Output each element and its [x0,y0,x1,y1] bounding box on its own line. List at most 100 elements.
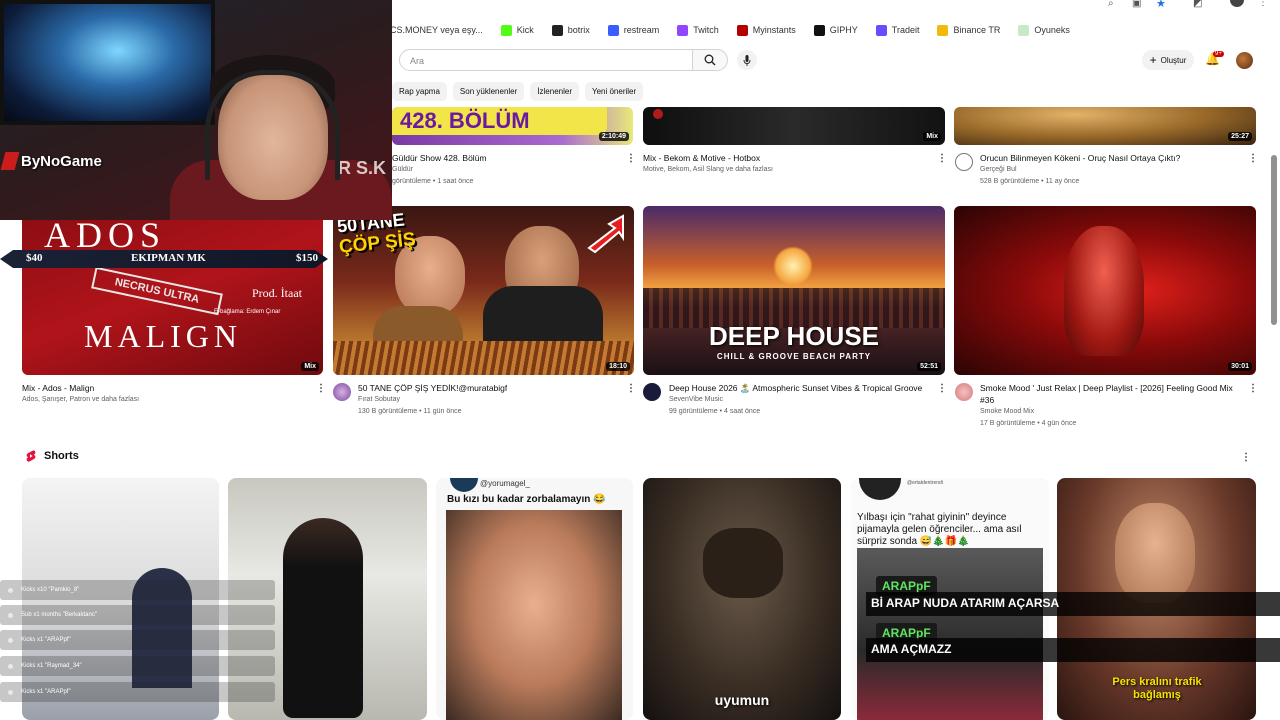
more-options-icon[interactable]: ⋮ [626,383,636,394]
extensions-icon[interactable]: ◩ [1193,0,1202,9]
bookmark-label: GIPHY [829,25,858,35]
more-options-icon[interactable]: ⋮ [626,153,636,164]
short-card[interactable]: uyumun [643,478,841,720]
bookmark-label: restream [623,25,660,35]
voice-search-button[interactable] [737,50,757,70]
stream-logo-text: ByNoGame [21,152,102,170]
channel-name[interactable]: SevenVibe Music [669,396,723,403]
chat-dot-icon [8,612,13,618]
chat-text: Kicks x10 "Pamkio_8" [21,587,80,593]
person-image [1115,503,1195,603]
shorts-more-options-icon[interactable]: ⋮ [1241,452,1251,463]
video-title[interactable]: Güldür Show 428. Bölüm [392,153,487,163]
video-title[interactable]: Orucun Bilinmeyen Kökeni - Oruç Nasıl Or… [980,153,1180,163]
channel-name[interactable]: Gerçeği Bul [980,166,1017,173]
shorts-icon [26,450,36,462]
bookmark-item[interactable]: Twitch [677,24,719,36]
short-caption: uyumun [714,692,770,708]
chat-text: Kicks x1 "ARAPpf" [21,689,71,695]
chat-event: Kicks x1 "ARAPpf" [0,630,275,650]
video-thumbnail[interactable]: 428. BÖLÜM 2:10:49 [392,107,633,145]
video-stats: 528 B görüntüleme • 11 ay önce [980,178,1080,185]
short-card[interactable]: @yorumagel_ Bu kızı bu kadar zorbalamayı… [436,478,633,720]
bookmark-item[interactable]: GIPHY [813,24,858,36]
hoodie-text: R S.K [338,158,387,178]
video-title[interactable]: Smoke Mood ' Just Relax | Deep Playlist … [980,383,1242,393]
video-thumbnail[interactable]: Mix [643,107,945,145]
video-title[interactable]: Deep House 2026 🏝️ Atmospheric Sunset Vi… [669,383,934,394]
channel-avatar[interactable] [643,383,661,401]
thumbnail-title-bottom: MALIGN [84,318,242,354]
zoom-icon[interactable]: ⌕ [1108,0,1114,9]
thumbnail-text-1: DEEP HOUSE [708,321,879,351]
skewers-image [333,341,634,375]
more-options-icon[interactable]: ⋮ [937,383,947,394]
profile-icon[interactable] [1230,0,1244,7]
stream-logo: ByNoGame [0,148,102,174]
chip-recent[interactable]: Son yüklenenler [452,82,525,101]
thumbnail-mid-text: NECRUS ULTRA [91,266,223,316]
channel-name[interactable]: Smoke Mood Mix [980,408,1034,415]
chip-watched[interactable]: İzlenenler [530,82,579,101]
user-avatar[interactable] [1236,52,1253,69]
person-image [283,518,363,718]
bookmark-item[interactable]: Tradeit [875,24,919,36]
video-title-line2[interactable]: #36 [980,395,994,405]
channel-name[interactable]: Ados, Şanışer, Patron ve daha fazlası [22,396,139,403]
channel-name[interactable]: Güldür [392,166,413,173]
chip-new[interactable]: Yeni öneriler [584,82,644,101]
channel-avatar[interactable] [955,153,973,171]
person-image [446,510,622,720]
bookmark-star-icon[interactable]: ★ [1156,0,1166,10]
video-thumbnail[interactable]: 25:27 [954,107,1256,145]
video-thumbnail[interactable]: ADOS NECRUS ULTRA Prod. İtaat E-bağlama:… [22,206,323,375]
short-handle: @ertatdentrendi [907,480,943,486]
more-options-icon[interactable]: ⋮ [937,153,947,164]
chip-rap[interactable]: Rap yapma [392,82,447,101]
thumbnail-prod-text: Prod. İtaat [252,286,302,300]
bookmark-item[interactable]: CS.MONEY veya eşy... [390,25,483,35]
channel-avatar[interactable] [955,383,973,401]
bookmark-item[interactable]: Binance TR [937,24,1000,36]
cast-icon[interactable]: ▣ [1132,0,1141,9]
bookmark-item[interactable]: Kick [500,24,534,36]
video-title[interactable]: 50 TANE ÇÖP ŞİŞ YEDİK!@muratabigf [358,383,507,393]
bookmark-favicon-icon [500,24,512,36]
search-input[interactable]: Ara [399,49,693,71]
video-duration: Mix [301,362,319,371]
video-stats: 130 B görüntüleme • 11 gün önce [358,408,462,415]
short-caption: Yılbaşı için "rahat giyinin" deyince pij… [857,512,1022,547]
channel-avatar[interactable] [333,383,351,401]
scrollbar-thumb[interactable] [1271,155,1277,325]
chat-text: Kicks x1 "Raymad_34" [21,663,82,669]
bookmark-item[interactable]: Oyuneks [1018,24,1070,36]
video-thumbnail[interactable]: DEEP HOUSE CHILL & GROOVE BEACH PARTY 52… [643,206,945,375]
arrow-icon [587,214,624,254]
video-title[interactable]: Mix - Ados - Malign [22,383,94,393]
bookmark-item[interactable]: Myinstants [736,24,796,36]
video-thumbnail[interactable]: 50TANE ÇÖP ŞİŞ 18:10 [333,206,634,375]
video-duration: 25:27 [1228,132,1252,141]
bookmark-label: Myinstants [752,25,796,35]
video-thumbnail[interactable]: 30:01 [954,206,1256,375]
video-title[interactable]: Mix - Bekom & Motive - Hotbox [643,153,760,163]
channel-avatar [450,478,478,492]
bookmark-item[interactable]: restream [607,24,660,36]
shorts-title: Shorts [44,450,79,462]
filter-chips: Rap yapma Son yüklenenler İzlenenler Yen… [392,82,644,101]
search-icon [704,54,716,66]
channel-name[interactable]: Motive, Bekom, Asil Slang ve daha fazlas… [643,166,773,173]
search-button[interactable] [692,49,728,71]
more-options-icon[interactable]: ⋮ [1248,153,1258,164]
bookmark-item[interactable]: botrix [551,24,590,36]
more-options-icon[interactable]: ⋮ [1248,383,1258,394]
create-button[interactable]: + Oluştur [1142,50,1194,70]
bookmark-favicon-icon [813,24,825,36]
video-duration: 2:10:49 [598,132,629,141]
chat-text: Sub x1 months "Berkaktanc" [21,612,97,618]
more-options-icon[interactable]: ⋮ [316,383,326,394]
chat-dot-icon [8,663,13,669]
channel-name[interactable]: Fırat Sobutay [358,396,400,403]
chat-event: Kicks x1 "Raymad_34" [0,656,275,676]
menu-icon[interactable]: ⋮ [1258,0,1268,8]
